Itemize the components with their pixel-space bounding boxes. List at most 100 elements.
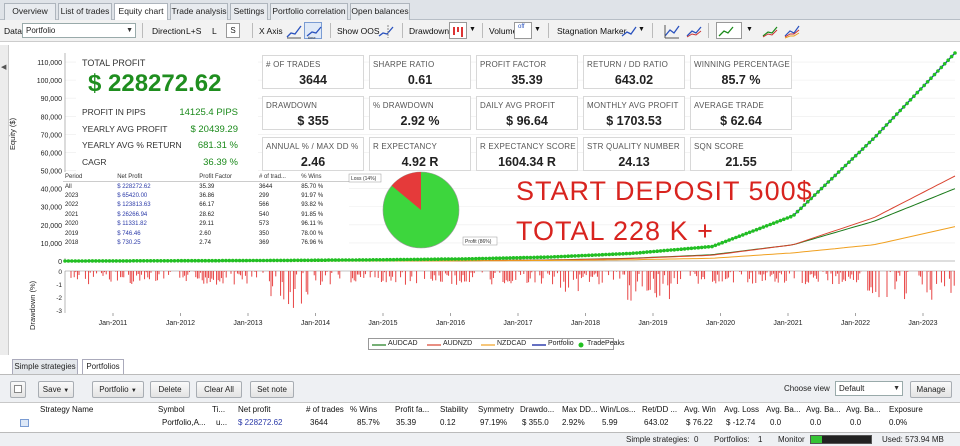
trade-peak-dot xyxy=(285,258,290,263)
line-chart-icon[interactable] xyxy=(662,22,680,39)
grid-col-header[interactable]: Avg. Ba... xyxy=(806,405,841,414)
tab-trade-analysis[interactable]: Trade analysis xyxy=(170,3,228,20)
memory-used-label: Used: 573.94 MB xyxy=(882,435,944,444)
period-cell: 29.11 xyxy=(199,221,214,228)
grid-col-header[interactable]: Profit fa... xyxy=(395,405,429,414)
row-checkbox[interactable] xyxy=(20,419,29,429)
stat-value: 85.7 % xyxy=(721,73,761,87)
period-row[interactable]: 2018 $ 730.25 2.74 369 76.96 % xyxy=(63,239,349,249)
set-note-button[interactable]: Set note xyxy=(250,381,294,398)
trade-peak-dot xyxy=(734,235,738,240)
y-tick-label: 50,000 xyxy=(41,169,63,176)
period-col-header[interactable]: Profit Factor xyxy=(197,172,257,182)
trade-peak-dot xyxy=(949,54,954,59)
trade-peak-dot xyxy=(289,258,293,263)
grid-col-header[interactable]: Win/Los... xyxy=(600,405,636,414)
period-row[interactable]: 2020 $ 11331.82 29.11 573 96.11 % xyxy=(63,220,349,230)
grid-col-header[interactable]: Drawdo... xyxy=(520,405,554,414)
period-row[interactable]: All $ 228272.62 35.39 3644 85.70 % xyxy=(63,182,349,192)
period-row[interactable]: 2021 $ 26266.94 28.62 540 91.85 % xyxy=(63,210,349,220)
save-button[interactable]: Save ▼ xyxy=(38,381,74,398)
period-col-header[interactable]: Net Profit xyxy=(115,172,198,182)
trade-peak-dot xyxy=(922,83,926,88)
grid-col-header[interactable]: Ret/DD ... xyxy=(642,405,677,414)
grid-col-header[interactable]: Avg. Loss xyxy=(724,405,759,414)
grid-col-header[interactable]: Exposure xyxy=(889,405,923,414)
tab-simple-strategies[interactable]: Simple strategies xyxy=(12,359,78,374)
show-oos-icon[interactable] xyxy=(376,22,394,39)
portfolio-lines-icon[interactable] xyxy=(760,22,778,39)
trade-peak-dot xyxy=(936,69,940,73)
direction-value[interactable]: L+S xyxy=(186,26,201,36)
grid-col-header[interactable]: Stability xyxy=(440,405,468,414)
grid-col-header[interactable]: Max DD... xyxy=(562,405,598,414)
tab-portfolios[interactable]: Portfolios xyxy=(82,359,124,374)
trade-peak-dot xyxy=(888,119,892,124)
trade-peak-dot xyxy=(689,246,694,251)
xaxis-time-icon[interactable]: time xyxy=(304,22,322,39)
period-row[interactable]: 2019 $ 746.46 2.60 350 78.00 % xyxy=(63,229,349,239)
chart-mode-icon[interactable] xyxy=(716,22,742,39)
delete-button[interactable]: Delete xyxy=(150,381,190,398)
trade-peak-dot xyxy=(788,214,793,219)
trade-peak-dot xyxy=(727,238,731,242)
manage-button[interactable]: Manage xyxy=(910,381,952,398)
clear-all-button[interactable]: Clear All xyxy=(196,381,242,398)
tab-list-of-trades[interactable]: List of trades xyxy=(58,3,112,20)
grid-col-header[interactable]: Avg. Ba... xyxy=(766,405,801,414)
portfolio-button[interactable]: Portfolio ▼ xyxy=(92,381,144,398)
chevron-down-icon[interactable]: ▼ xyxy=(469,26,476,33)
grid-col-header[interactable]: Symbol xyxy=(158,405,185,414)
stagnation-icon[interactable] xyxy=(619,22,637,39)
xaxis-trades-icon[interactable] xyxy=(284,22,302,39)
trade-peak-dot xyxy=(874,133,879,138)
tab-open-balances[interactable]: Open balances xyxy=(350,3,410,20)
trade-peak-dot xyxy=(66,259,71,263)
period-row[interactable]: 2023 $ 65420.00 36.86 299 91.97 % xyxy=(63,191,349,201)
direction-long-button[interactable]: L xyxy=(212,26,217,36)
trade-peak-dot xyxy=(491,256,495,261)
volume-icon[interactable]: off xyxy=(514,22,532,39)
period-row[interactable]: 2022 $ 123813.63 66.17 566 93.82 % xyxy=(63,201,349,211)
grid-col-header[interactable]: Ti... xyxy=(212,405,225,414)
trade-peak-dot xyxy=(467,257,471,261)
tab-portfolio-correlation[interactable]: Portfolio correlation xyxy=(270,3,348,20)
simple-strategies-count-label: Simple strategies: xyxy=(626,435,690,444)
grid-col-header[interactable]: Avg. Ba... xyxy=(846,405,881,414)
period-col-header[interactable]: Period xyxy=(63,172,116,182)
chevron-down-icon[interactable]: ▼ xyxy=(534,26,541,33)
period-cell: 299 xyxy=(258,192,269,199)
grid-col-header[interactable]: Net profit xyxy=(238,405,270,414)
view-select[interactable]: Default ▼ xyxy=(835,381,903,396)
volume-value: off xyxy=(518,24,525,30)
grid-col-header[interactable]: Avg. Win xyxy=(684,405,716,414)
period-col-header[interactable]: # of trad... xyxy=(256,172,300,182)
tab-settings[interactable]: Settings xyxy=(230,3,268,20)
tab-equity-chart[interactable]: Equity chart xyxy=(114,3,168,21)
data-select[interactable]: Portfolio ▼ xyxy=(22,23,136,38)
trade-peak-dot xyxy=(795,209,800,214)
left-collapse-strip[interactable]: ◀ xyxy=(0,45,8,355)
compare-chart-icon[interactable] xyxy=(684,22,702,39)
grid-col-header[interactable]: # of trades xyxy=(306,405,344,414)
trade-peak-dot xyxy=(853,153,858,158)
direction-short-button[interactable]: S xyxy=(226,23,240,38)
grid-col-header[interactable]: Strategy Name xyxy=(40,405,93,414)
chevron-down-icon[interactable]: ▼ xyxy=(638,26,645,33)
grid-col-header[interactable]: Symmetry xyxy=(478,405,514,414)
portfolio-all-icon[interactable] xyxy=(782,22,800,39)
grid-col-header[interactable]: % Wins xyxy=(350,405,377,414)
x-tick-label: Jan-2013 xyxy=(233,320,262,327)
trade-peak-dot xyxy=(94,259,98,263)
stat-value: 2.46 xyxy=(300,155,326,169)
period-cell: 28.62 xyxy=(199,211,215,218)
trade-peak-dot xyxy=(107,259,112,263)
select-all-checkbox[interactable] xyxy=(10,381,26,398)
collapse-arrow-icon[interactable]: ◀ xyxy=(1,63,6,71)
chevron-down-icon[interactable]: ▼ xyxy=(746,26,753,33)
period-cell: 35.39 xyxy=(199,183,215,190)
drawdown-icon[interactable] xyxy=(449,22,467,39)
period-col-header[interactable]: % Wins xyxy=(299,172,349,182)
tab-overview[interactable]: Overview xyxy=(4,3,56,20)
trade-peak-dot xyxy=(193,258,197,263)
